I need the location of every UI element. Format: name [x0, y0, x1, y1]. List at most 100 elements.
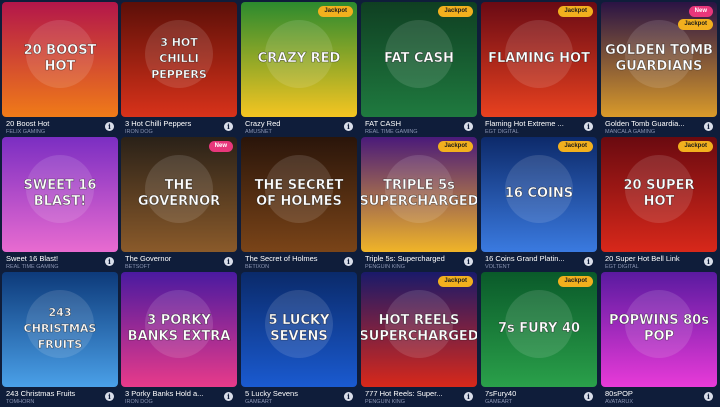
game-card[interactable]: HOT REELS SUPERCHARGED Jackpot 777 Hot Reel… [361, 272, 477, 407]
svg-text:FLAMING HOT: FLAMING HOT [488, 51, 590, 66]
svg-text:POP: POP [644, 329, 674, 344]
game-card[interactable]: GOLDEN TOMB GUARDIANS New Jackpot Golden Tom… [601, 2, 717, 137]
info-icon[interactable]: i [584, 257, 593, 266]
game-provider: REAL TIME GAMING [365, 129, 418, 135]
info-icon[interactable]: i [704, 122, 713, 131]
game-thumbnail[interactable]: FLAMING HOT Jackpot [481, 2, 597, 117]
game-title[interactable]: 80sPOP [605, 389, 703, 398]
info-icon[interactable]: i [224, 392, 233, 401]
game-thumbnail[interactable]: 3 HOT CHILLI PEPPERS [121, 2, 237, 117]
game-thumbnail[interactable]: 5 LUCKY SEVENS [241, 272, 357, 387]
game-thumbnail[interactable]: SWEET 16 BLAST! [2, 137, 118, 252]
info-icon[interactable]: i [704, 392, 713, 401]
game-card[interactable]: SWEET 16 BLAST! Sweet 16 Blast! REAL TIME G… [2, 137, 118, 272]
svg-text:20 BOOST: 20 BOOST [24, 43, 97, 58]
game-thumbnail[interactable]: 20 BOOST HOT [2, 2, 118, 117]
svg-text:POPWINS 80s: POPWINS 80s [609, 313, 709, 328]
jackpot-badge: Jackpot [558, 6, 593, 17]
game-title[interactable]: The Secret of Holmes [245, 254, 343, 263]
game-card[interactable]: 7s FURY 40 Jackpot 7sFury40 GAMEART i [481, 272, 597, 407]
svg-text:GOLDEN TOMB: GOLDEN TOMB [605, 43, 713, 58]
jackpot-badge: Jackpot [438, 6, 473, 17]
game-thumbnail[interactable]: 16 COINS Jackpot [481, 137, 597, 252]
game-thumbnail[interactable]: THE GOVERNOR New [121, 137, 237, 252]
game-provider: VOLTENT [485, 264, 510, 270]
game-title[interactable]: Crazy Red [245, 119, 343, 128]
svg-text:CHRISTMAS: CHRISTMAS [24, 322, 97, 335]
svg-text:CHILLI: CHILLI [159, 52, 198, 65]
info-icon[interactable]: i [584, 392, 593, 401]
game-title[interactable]: 16 Coins Grand Platin... [485, 254, 583, 263]
game-title[interactable]: 777 Hot Reels: Super... [365, 389, 463, 398]
game-card[interactable]: 3 PORKY BANKS EXTRA 3 Porky Banks Hold a..… [121, 272, 237, 407]
info-icon[interactable]: i [704, 257, 713, 266]
info-icon[interactable]: i [224, 257, 233, 266]
game-title[interactable]: 3 Hot Chilli Peppers [125, 119, 223, 128]
game-card[interactable]: THE GOVERNOR New The Governor BETSOFT i [121, 137, 237, 272]
game-thumbnail[interactable]: FAT CASH Jackpot [361, 2, 477, 117]
game-title[interactable]: FAT CASH [365, 119, 463, 128]
game-thumbnail[interactable]: 7s FURY 40 Jackpot [481, 272, 597, 387]
game-title[interactable]: 5 Lucky Sevens [245, 389, 343, 398]
info-icon[interactable]: i [344, 257, 353, 266]
game-card[interactable]: 5 LUCKY SEVENS 5 Lucky Sevens GAMEART i [241, 272, 357, 407]
game-artwork: FAT CASH [361, 2, 477, 117]
game-provider: AVATARUX [605, 399, 634, 405]
svg-text:16 COINS: 16 COINS [505, 186, 573, 201]
game-title[interactable]: The Governor [125, 254, 223, 263]
svg-text:5 LUCKY: 5 LUCKY [269, 313, 331, 328]
game-thumbnail[interactable]: 20 SUPER HOT Jackpot [601, 137, 717, 252]
jackpot-badge: Jackpot [558, 141, 593, 152]
game-card[interactable]: 243 CHRISTMAS FRUITS 243 Christmas Fruits TO… [2, 272, 118, 407]
game-title[interactable]: 20 Super Hot Bell Link [605, 254, 703, 263]
info-icon[interactable]: i [344, 122, 353, 131]
game-title[interactable]: Golden Tomb Guardia... [605, 119, 703, 128]
game-provider: FELIX GAMING [6, 129, 46, 135]
game-card[interactable]: 20 BOOST HOT 20 Boost Hot FELIX GAMING i [2, 2, 118, 137]
game-thumbnail[interactable]: POPWINS 80s POP [601, 272, 717, 387]
game-card[interactable]: CRAZY RED Jackpot Crazy Red AMUSNET i [241, 2, 357, 137]
game-title[interactable]: 243 Christmas Fruits [6, 389, 104, 398]
game-title[interactable]: Sweet 16 Blast! [6, 254, 104, 263]
game-artwork: THEGOVERNOR [121, 137, 237, 252]
game-title[interactable]: 20 Boost Hot [6, 119, 104, 128]
info-icon[interactable]: i [105, 392, 114, 401]
jackpot-badge: Jackpot [678, 141, 713, 152]
game-card[interactable]: 20 SUPER HOT Jackpot 20 Super Hot Bell Link… [601, 137, 717, 272]
info-icon[interactable]: i [464, 122, 473, 131]
svg-text:BANKS EXTRA: BANKS EXTRA [128, 329, 231, 344]
info-icon[interactable]: i [105, 122, 114, 131]
game-artwork: 3 HOT CHILLI PEPPERS [121, 2, 237, 117]
game-card[interactable]: THE SECRET OF HOLMES The Secret of Holmes B… [241, 137, 357, 272]
jackpot-badge: Jackpot [318, 6, 353, 17]
game-thumbnail[interactable]: THE SECRET OF HOLMES [241, 137, 357, 252]
game-card[interactable]: POPWINS 80s POP 80sPOP AVATARUX i [601, 272, 717, 407]
game-card[interactable]: 3 HOT CHILLI PEPPERS 3 Hot Chilli Peppers IR… [121, 2, 237, 137]
info-icon[interactable]: i [224, 122, 233, 131]
info-icon[interactable]: i [464, 392, 473, 401]
game-card[interactable]: FAT CASH Jackpot FAT CASH REAL TIME GAMING i [361, 2, 477, 137]
game-thumbnail[interactable]: TRIPLE 5s SUPERCHARGED Jackpot [361, 137, 477, 252]
info-icon[interactable]: i [344, 392, 353, 401]
svg-text:SUPERCHARGED: SUPERCHARGED [361, 194, 477, 209]
game-title[interactable]: Triple 5s: Supercharged [365, 254, 463, 263]
game-provider: BETSOFT [125, 264, 151, 270]
game-thumbnail[interactable]: 3 PORKY BANKS EXTRA [121, 272, 237, 387]
game-thumbnail[interactable]: HOT REELS SUPERCHARGED Jackpot [361, 272, 477, 387]
game-thumbnail[interactable]: CRAZY RED Jackpot [241, 2, 357, 117]
svg-text:3 PORKY: 3 PORKY [147, 313, 211, 328]
game-card[interactable]: 16 COINS Jackpot 16 Coins Grand Platin... V… [481, 137, 597, 272]
game-thumbnail[interactable]: GOLDEN TOMB GUARDIANS New Jackpot [601, 2, 717, 117]
info-icon[interactable]: i [584, 122, 593, 131]
svg-text:SUPERCHARGED: SUPERCHARGED [361, 329, 477, 344]
game-title[interactable]: 7sFury40 [485, 389, 583, 398]
game-card[interactable]: TRIPLE 5s SUPERCHARGED Jackpot Triple 5s: S… [361, 137, 477, 272]
game-title[interactable]: 3 Porky Banks Hold a... [125, 389, 223, 398]
svg-text:FAT CASH: FAT CASH [384, 51, 454, 66]
game-thumbnail[interactable]: 243 CHRISTMAS FRUITS [2, 272, 118, 387]
info-icon[interactable]: i [105, 257, 114, 266]
game-title[interactable]: Flaming Hot Extreme ... [485, 119, 583, 128]
info-icon[interactable]: i [464, 257, 473, 266]
game-provider: REAL TIME GAMING [6, 264, 59, 270]
game-card[interactable]: FLAMING HOT Jackpot Flaming Hot Extreme ..… [481, 2, 597, 137]
